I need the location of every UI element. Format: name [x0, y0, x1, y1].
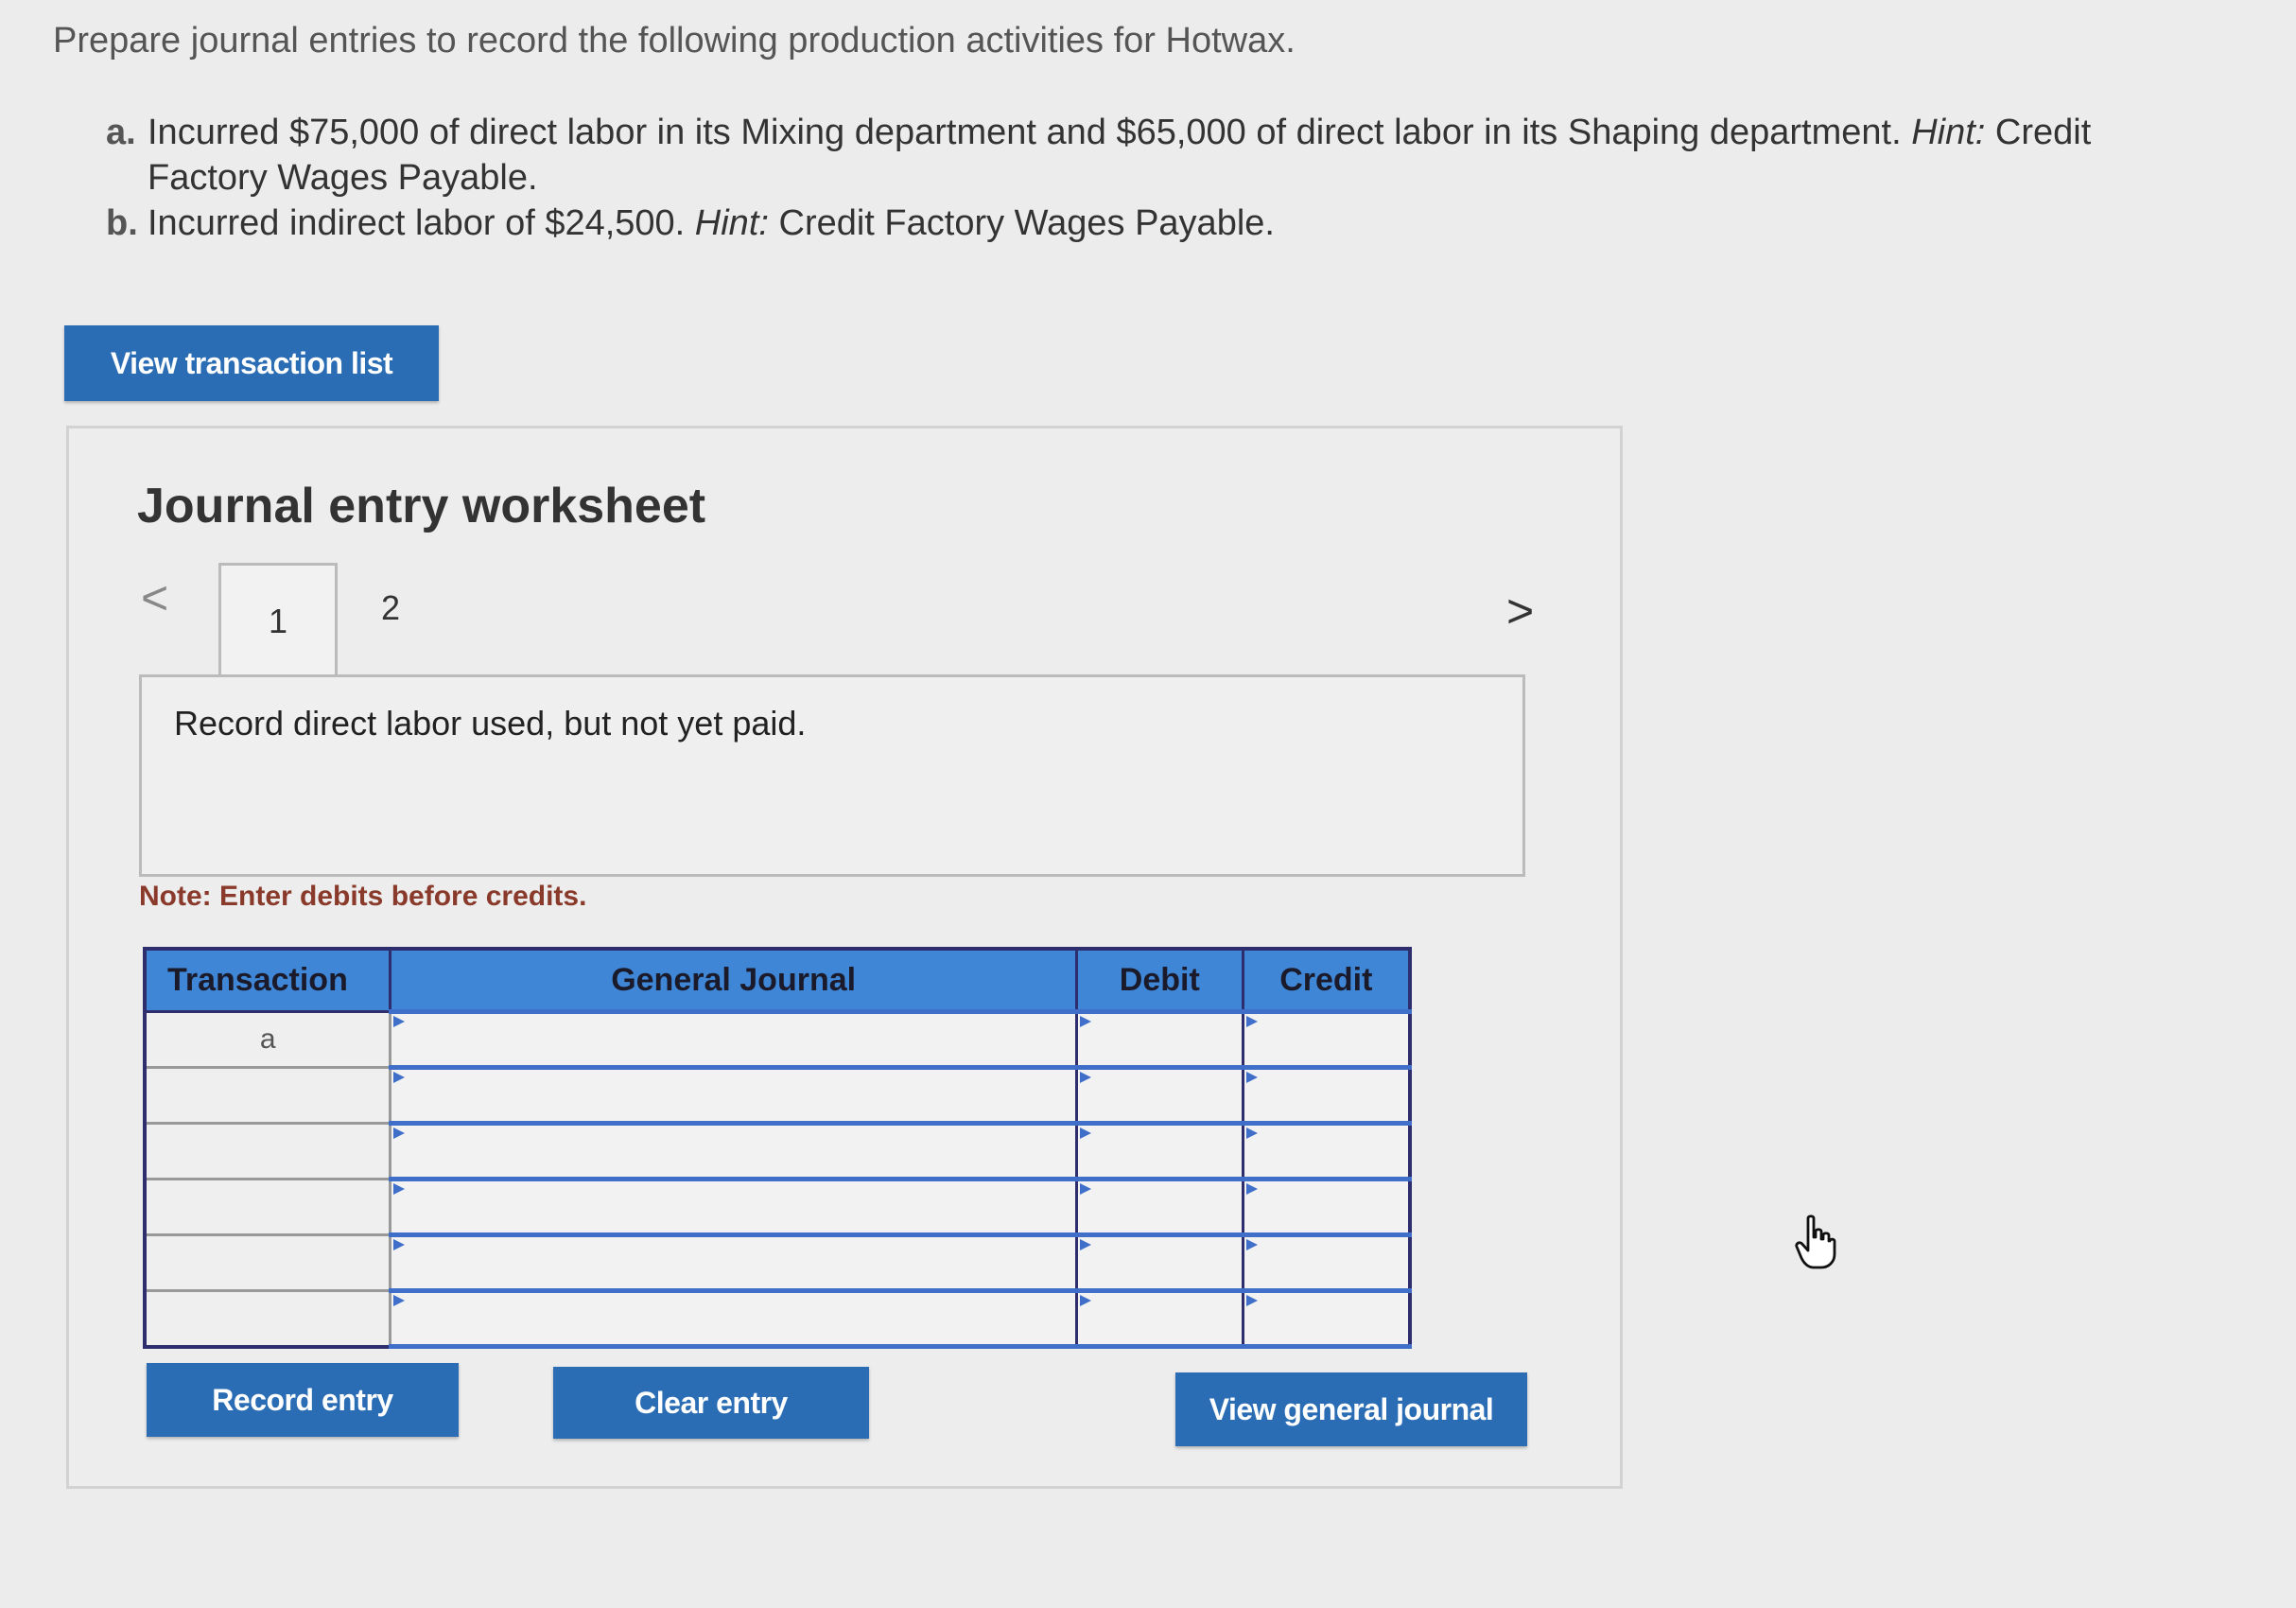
credit-input[interactable]: [1241, 1288, 1412, 1349]
header-debit: Debit: [1074, 947, 1244, 1013]
debit-input[interactable]: [1074, 1065, 1244, 1126]
journal-entry-worksheet: Journal entry worksheet < 1 2 > Record d…: [66, 426, 1623, 1489]
tab-panel: Record direct labor used, but not yet pa…: [139, 674, 1525, 877]
table-row: [143, 1232, 1412, 1293]
item-hint-label: Hint:: [1911, 113, 1986, 152]
item-letter: a.: [106, 113, 136, 152]
debit-input[interactable]: [1074, 1177, 1244, 1237]
problem-items: a. Incurred $75,000 of direct labor in i…: [106, 110, 2215, 246]
debit-input[interactable]: [1074, 1288, 1244, 1349]
journal-table: Transaction General Journal Debit Credit…: [143, 947, 1412, 1349]
entry-note: Note: Enter debits before credits.: [139, 881, 587, 912]
debit-input[interactable]: [1074, 1232, 1244, 1293]
item-text: Incurred $75,000 of direct labor in its …: [148, 113, 1912, 152]
transaction-cell: [143, 1122, 392, 1180]
problem-item-b: b. Incurred indirect labor of $24,500. H…: [106, 201, 2215, 246]
debit-input[interactable]: [1074, 1009, 1244, 1070]
chevron-right-icon[interactable]: >: [1506, 584, 1534, 638]
entry-description: Record direct labor used, but not yet pa…: [174, 704, 807, 743]
credit-input[interactable]: [1241, 1177, 1412, 1237]
view-transaction-list-button[interactable]: View transaction list: [64, 325, 439, 401]
hand-pointer-icon: [1795, 1215, 1836, 1269]
table-row: [143, 1177, 1412, 1237]
table-row: [143, 1065, 1412, 1126]
credit-input[interactable]: [1241, 1121, 1412, 1181]
transaction-cell: [143, 1066, 392, 1125]
account-input[interactable]: [389, 1065, 1078, 1126]
account-input[interactable]: [389, 1232, 1078, 1293]
problem-prompt: Prepare journal entries to record the fo…: [53, 21, 1296, 61]
credit-input[interactable]: [1241, 1065, 1412, 1126]
item-hint-text: Credit Factory Wages Payable.: [768, 203, 1275, 243]
item-text: Incurred indirect labor of $24,500.: [148, 203, 695, 243]
clear-entry-button[interactable]: Clear entry: [553, 1367, 869, 1439]
account-input[interactable]: [389, 1177, 1078, 1237]
chevron-left-icon[interactable]: <: [141, 570, 168, 625]
tab-2[interactable]: 2: [343, 570, 438, 646]
table-row: [143, 1288, 1412, 1349]
header-transaction: Transaction: [143, 947, 392, 1013]
header-general-journal: General Journal: [389, 947, 1078, 1013]
view-general-journal-button[interactable]: View general journal: [1175, 1372, 1527, 1446]
transaction-cell: [143, 1233, 392, 1292]
account-input[interactable]: [389, 1009, 1078, 1070]
debit-input[interactable]: [1074, 1121, 1244, 1181]
table-row: a: [143, 1009, 1412, 1070]
tab-1[interactable]: 1: [218, 563, 338, 677]
table-row: [143, 1121, 1412, 1181]
transaction-cell: [143, 1289, 392, 1348]
header-credit: Credit: [1241, 947, 1412, 1013]
account-input[interactable]: [389, 1288, 1078, 1349]
record-entry-button[interactable]: Record entry: [147, 1363, 459, 1437]
item-letter: b.: [106, 203, 138, 243]
problem-item-a: a. Incurred $75,000 of direct labor in i…: [106, 110, 2215, 201]
account-input[interactable]: [389, 1121, 1078, 1181]
transaction-cell: [143, 1178, 392, 1236]
item-hint-label: Hint:: [694, 203, 769, 243]
transaction-cell: a: [143, 1010, 392, 1069]
table-header-row: Transaction General Journal Debit Credit: [143, 947, 1412, 1013]
credit-input[interactable]: [1241, 1232, 1412, 1293]
credit-input[interactable]: [1241, 1009, 1412, 1070]
worksheet-title: Journal entry worksheet: [137, 479, 706, 533]
